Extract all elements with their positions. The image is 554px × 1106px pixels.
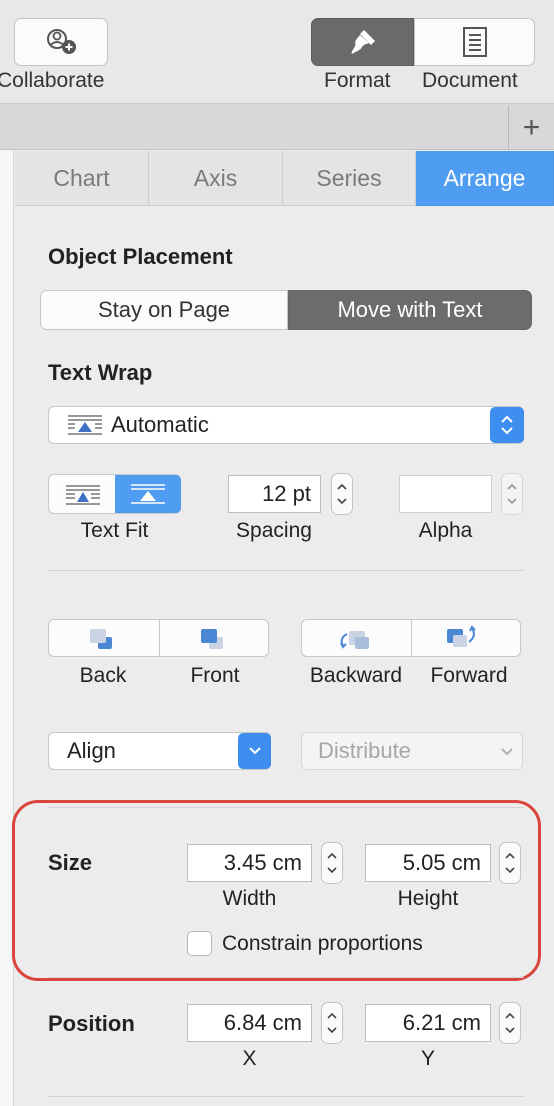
tab-series[interactable]: Series — [283, 151, 416, 206]
tab-axis-label: Axis — [193, 164, 238, 191]
forward-label: Forward — [430, 664, 508, 687]
divider — [48, 977, 524, 978]
add-tab-button[interactable]: + — [508, 106, 554, 150]
stepper-up-icon — [507, 483, 517, 490]
divider — [48, 1096, 524, 1097]
tab-strip — [0, 104, 554, 150]
text-wrap-popup[interactable]: Automatic — [48, 406, 524, 444]
send-backward-icon[interactable] — [335, 626, 375, 657]
text-wrap-icon — [68, 415, 102, 435]
format-button[interactable] — [311, 18, 414, 66]
plus-icon: + — [522, 111, 541, 144]
toolbar: Collaborate Format Document — [0, 0, 554, 104]
tab-axis[interactable]: Axis — [149, 151, 283, 206]
chevron-down-icon — [248, 747, 261, 755]
collaborate-icon — [47, 29, 76, 54]
align-label: Align — [67, 738, 116, 763]
y-label: Y — [420, 1047, 435, 1070]
spacing-stepper[interactable] — [331, 473, 353, 515]
spacing-label: Spacing — [236, 519, 312, 542]
alpha-field[interactable] — [399, 475, 492, 513]
tab-chart-label: Chart — [53, 164, 110, 191]
stepper-down-icon — [327, 1027, 337, 1034]
text-wrap-value: Automatic — [111, 412, 209, 437]
tab-arrange-label: Arrange — [443, 164, 526, 191]
text-fit-label: Text Fit — [80, 519, 149, 542]
stepper-up-icon — [327, 1012, 337, 1019]
x-stepper[interactable] — [321, 1002, 343, 1044]
align-popup-arrow[interactable] — [238, 733, 271, 769]
text-fit-box-option[interactable] — [115, 475, 181, 513]
text-wrap-heading: Text Wrap — [48, 360, 153, 385]
text-fit-tight-icon[interactable] — [65, 484, 101, 511]
text-fit-control — [48, 474, 181, 514]
format-label: Format — [324, 69, 391, 92]
stepper-down-icon — [337, 498, 347, 505]
position-heading: Position — [48, 1011, 135, 1036]
front-label: Front — [190, 664, 240, 687]
updown-chevron-icon — [501, 415, 513, 435]
stepper-up-icon — [337, 483, 347, 490]
spacing-field[interactable]: 12 pt — [228, 475, 321, 513]
tab-series-label: Series — [316, 164, 382, 191]
bring-to-front-icon[interactable] — [197, 626, 231, 657]
y-stepper[interactable] — [499, 1002, 521, 1044]
collaborate-button[interactable] — [14, 18, 108, 66]
object-placement-heading: Object Placement — [48, 244, 233, 269]
text-wrap-popup-arrows[interactable] — [490, 407, 524, 443]
collaborate-label: Collaborate — [0, 69, 105, 92]
move-with-text-option[interactable]: Move with Text — [288, 290, 532, 330]
stay-on-page-option[interactable]: Stay on Page — [40, 290, 288, 330]
document-button[interactable] — [414, 18, 535, 66]
stepper-down-icon — [505, 1027, 515, 1034]
divider — [48, 570, 524, 571]
tab-chart[interactable]: Chart — [15, 151, 149, 206]
stepper-down-icon — [507, 498, 517, 505]
alpha-stepper[interactable] — [501, 473, 523, 515]
tab-arrange[interactable]: Arrange — [416, 151, 554, 206]
paintbrush-icon — [351, 30, 375, 54]
send-to-back-icon[interactable] — [86, 626, 120, 657]
backward-forward-group — [301, 619, 521, 657]
backward-label: Backward — [309, 664, 403, 687]
document-icon — [462, 27, 487, 57]
text-fit-box-icon — [131, 484, 165, 504]
highlight-annotation — [12, 800, 541, 981]
alpha-label: Alpha — [418, 519, 473, 542]
left-gutter — [0, 150, 14, 1106]
y-field[interactable]: 6.21 cm — [365, 1004, 491, 1042]
distribute-popup[interactable]: Distribute — [301, 732, 523, 770]
document-label: Document — [422, 69, 518, 92]
x-field[interactable]: 6.84 cm — [187, 1004, 312, 1042]
bring-forward-icon[interactable] — [441, 624, 481, 657]
x-label: X — [242, 1047, 257, 1070]
stepper-up-icon — [505, 1012, 515, 1019]
chevron-down-icon — [501, 748, 513, 756]
back-front-group — [48, 619, 269, 657]
distribute-label: Distribute — [318, 738, 411, 763]
back-label: Back — [79, 664, 127, 687]
